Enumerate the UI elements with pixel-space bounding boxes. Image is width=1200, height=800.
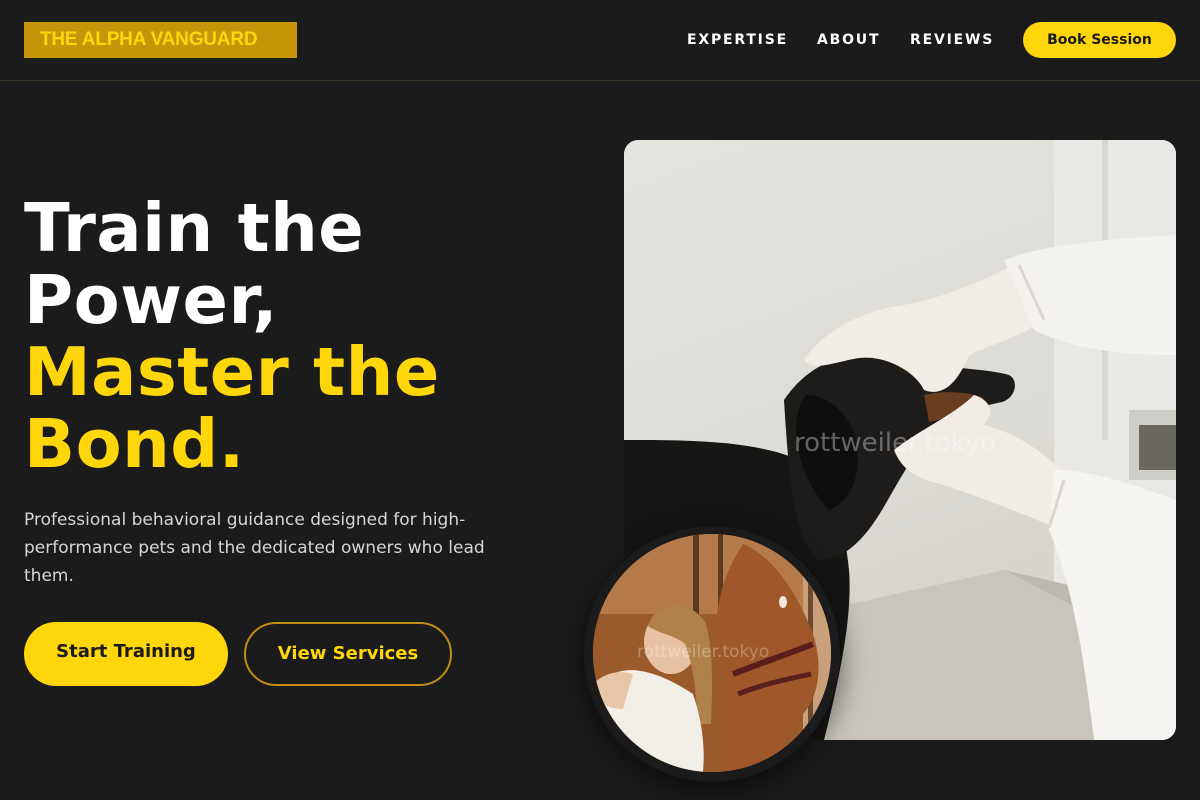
book-session-button[interactable]: Book Session xyxy=(1023,22,1176,58)
hero-title-line-2: Power, xyxy=(24,261,279,339)
nav-expertise[interactable]: EXPERTISE xyxy=(687,31,788,49)
main-photo-watermark: rottweiler.tokyo xyxy=(794,428,997,458)
hero-title: Train the Power, Master the Bond. xyxy=(24,192,584,480)
circle-photo-watermark: rottweiler.tokyo xyxy=(637,642,770,662)
horse-photo: rottweiler.tokyo xyxy=(593,534,831,772)
nav-reviews[interactable]: REVIEWS xyxy=(910,31,994,49)
start-training-button[interactable]: Start Training xyxy=(24,622,228,686)
nav-about[interactable]: ABOUT xyxy=(817,31,880,49)
site-header: THE ALPHA VANGUARD EXPERTISE ABOUT REVIE… xyxy=(0,0,1200,81)
hero-accent-line-1: Master the xyxy=(24,333,440,411)
logo[interactable]: THE ALPHA VANGUARD xyxy=(24,22,297,58)
hero-description: Professional behavioral guidance designe… xyxy=(24,510,485,586)
hero-title-line-1: Train the xyxy=(24,189,365,267)
view-services-button[interactable]: View Services xyxy=(244,622,452,686)
hero-accent-line-2: Bond. xyxy=(24,405,245,483)
